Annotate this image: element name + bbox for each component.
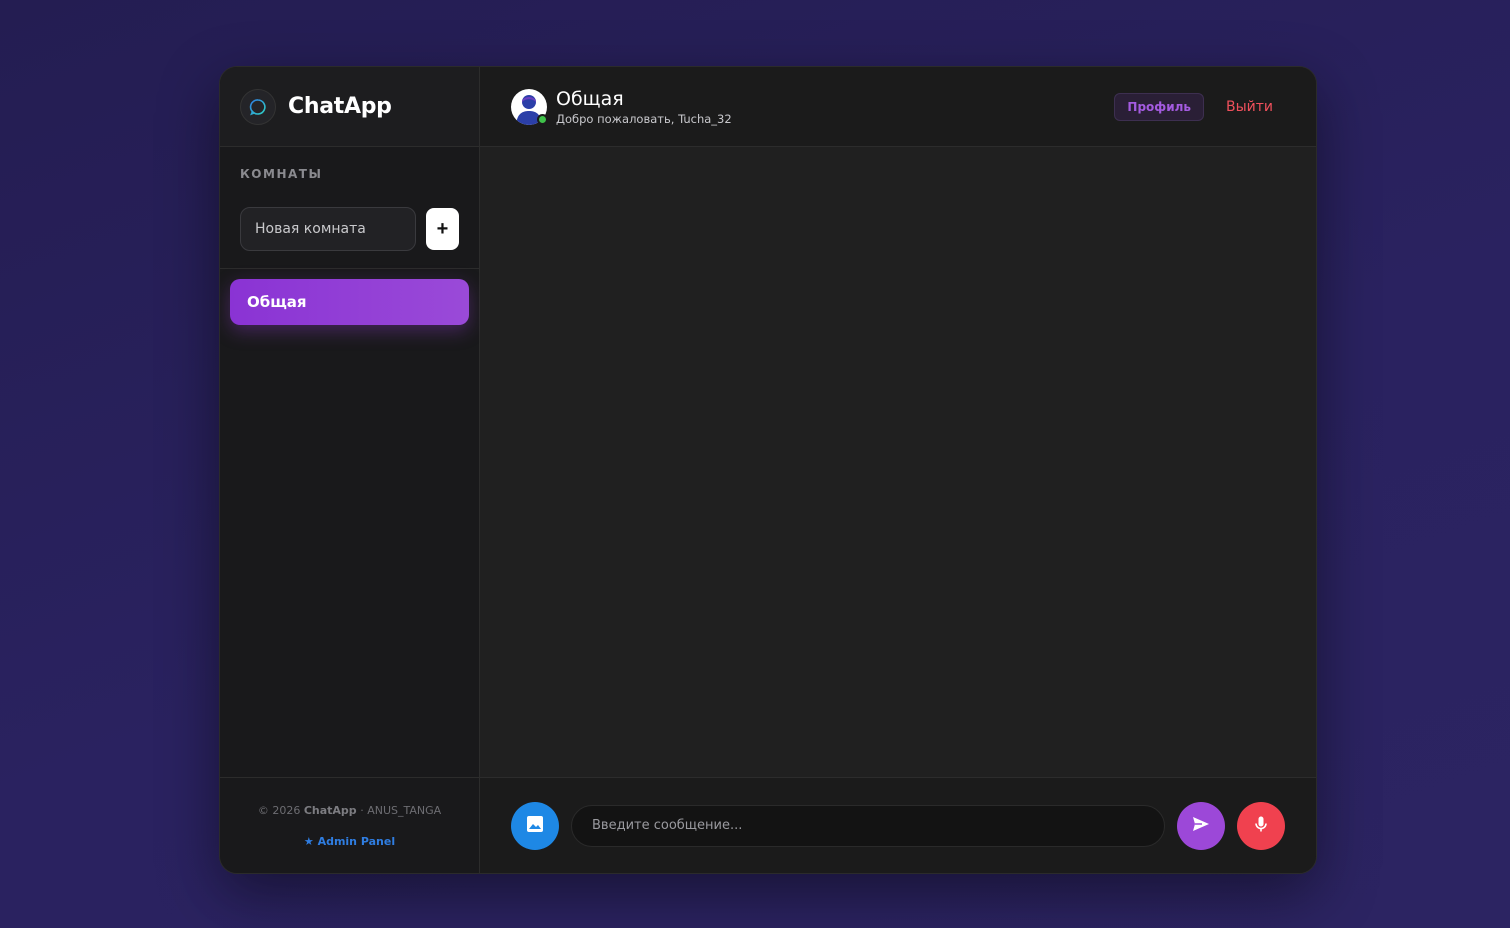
copyright-year: © 2026 bbox=[257, 803, 301, 817]
header-text: Общая Добро пожаловать, Tucha_32 bbox=[556, 88, 732, 126]
chat-header: Общая Добро пожаловать, Tucha_32 Профиль… bbox=[480, 67, 1316, 147]
app-name: ChatApp bbox=[288, 94, 392, 119]
image-icon bbox=[525, 814, 545, 838]
new-room-input[interactable] bbox=[240, 207, 416, 251]
room-list: Общая bbox=[220, 269, 479, 777]
sidebar: ChatApp КОМНАТЫ + Общая © 2026 ChatApp ·… bbox=[220, 67, 480, 873]
voice-record-button[interactable] bbox=[1237, 801, 1285, 850]
message-composer bbox=[480, 777, 1316, 873]
chat-bubble-icon bbox=[240, 88, 276, 125]
sidebar-footer: © 2026 ChatApp · ANUS_TANGA ★ Admin Pane… bbox=[220, 777, 479, 873]
add-room-button[interactable]: + bbox=[426, 208, 459, 250]
footer-copyright: © 2026 ChatApp · ANUS_TANGA bbox=[258, 804, 441, 817]
footer-separator: · bbox=[360, 803, 364, 817]
send-button[interactable] bbox=[1177, 801, 1225, 850]
chat-title: Общая bbox=[556, 87, 624, 110]
admin-panel-link[interactable]: ★ Admin Panel bbox=[304, 835, 395, 848]
chat-app-window: ChatApp КОМНАТЫ + Общая © 2026 ChatApp ·… bbox=[219, 66, 1317, 874]
footer-app-name: ChatApp bbox=[303, 803, 357, 817]
room-item-general[interactable]: Общая bbox=[230, 279, 469, 325]
profile-button[interactable]: Профиль bbox=[1114, 92, 1204, 121]
footer-username: ANUS_TANGA bbox=[367, 803, 442, 817]
message-input[interactable] bbox=[571, 804, 1165, 847]
rooms-section: КОМНАТЫ + bbox=[220, 147, 479, 269]
send-icon bbox=[1191, 814, 1211, 838]
message-list[interactable] bbox=[480, 147, 1316, 777]
attach-image-button[interactable] bbox=[511, 801, 559, 850]
chat-main: Общая Добро пожаловать, Tucha_32 Профиль… bbox=[480, 67, 1316, 873]
welcome-subtitle: Добро пожаловать, Tucha_32 bbox=[556, 111, 732, 126]
new-room-row: + bbox=[240, 207, 459, 251]
header-actions: Профиль Выйти bbox=[1114, 92, 1273, 121]
logout-button[interactable]: Выйти bbox=[1226, 99, 1273, 115]
avatar[interactable] bbox=[511, 88, 548, 125]
brand-header: ChatApp bbox=[220, 67, 479, 147]
online-status-dot bbox=[537, 113, 548, 125]
rooms-heading: КОМНАТЫ bbox=[240, 167, 323, 181]
microphone-icon bbox=[1251, 814, 1271, 838]
